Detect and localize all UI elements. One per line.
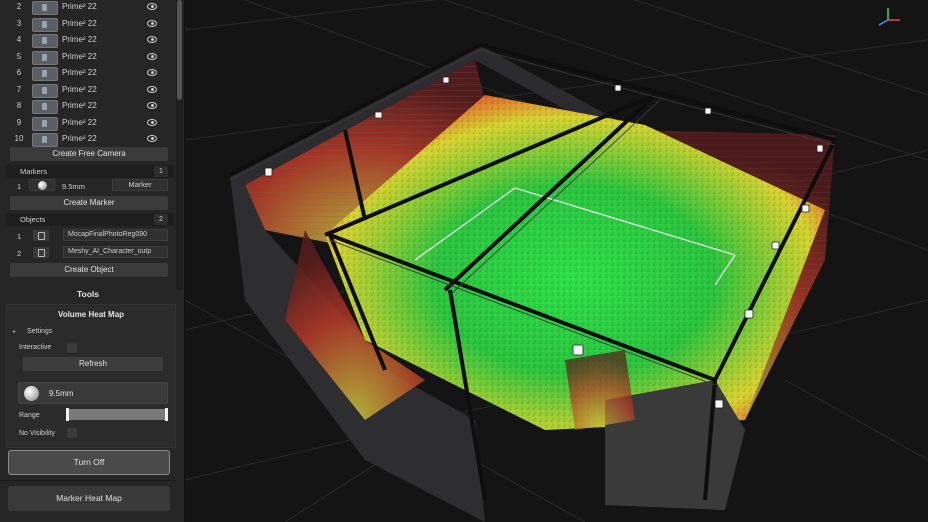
markers-section-header[interactable]: Markers 1 <box>6 165 174 178</box>
divider <box>0 480 176 481</box>
range-slider[interactable] <box>66 408 168 421</box>
markers-count-badge: 1 <box>154 166 168 177</box>
visibility-eye-icon[interactable] <box>147 118 157 126</box>
interactive-label: Interactive <box>19 344 52 351</box>
camera-row[interactable]: 9 Prime² 22 <box>0 116 176 131</box>
camera-row[interactable]: 6 Prime² 22 <box>0 66 176 81</box>
camera-name: Prime² 22 <box>62 101 97 110</box>
scene-render <box>185 0 928 522</box>
camera-name: Prime² 22 <box>62 84 97 94</box>
camera-row[interactable]: 2 Prime² 22 <box>0 0 176 15</box>
objects-title: Objects <box>20 215 46 224</box>
camera-number: 7 <box>16 84 22 94</box>
visibility-eye-icon[interactable] <box>147 36 157 43</box>
volume-heat-map-panel: Volume Heat Map ▸ Settings Interactive R… <box>6 304 176 448</box>
camera-number: 3 <box>16 18 22 28</box>
camera-thumbnail-icon <box>32 116 58 131</box>
no-visibility-checkbox[interactable] <box>67 428 77 438</box>
visibility-eye-icon[interactable] <box>147 69 157 76</box>
camera-name: Prime² 22 <box>62 2 97 11</box>
camera-thumbnail-icon <box>32 17 58 32</box>
camera-number: 4 <box>16 35 22 44</box>
marker-heat-map-button[interactable]: Marker Heat Map <box>8 486 170 511</box>
marker-size-value: 9.5mm <box>62 182 85 191</box>
camera-row[interactable]: 5 Prime² 22 <box>0 50 176 65</box>
objects-count-badge: 2 <box>154 214 168 225</box>
visibility-eye-icon[interactable] <box>147 102 157 109</box>
3d-viewport[interactable] <box>185 0 928 522</box>
visibility-eye-icon[interactable] <box>147 3 157 10</box>
camera-row[interactable]: 7 Prime² 22 <box>0 83 176 98</box>
object-number: 1 <box>17 232 22 241</box>
side-panel: 2 Prime² 22 3 Prime² 22 4 Prime² 22 5 Pr… <box>0 0 185 522</box>
marker-sphere-icon <box>24 386 39 401</box>
heat-map-size-field[interactable]: 9.5mm <box>18 382 168 404</box>
marker-number: 1 <box>17 182 22 191</box>
camera-thumbnail-icon <box>32 34 58 48</box>
objects-section-header[interactable]: Objects 2 <box>6 213 174 226</box>
visibility-eye-icon[interactable] <box>147 19 157 27</box>
marker-color-swatch[interactable] <box>29 179 55 191</box>
range-label: Range <box>19 412 40 419</box>
camera-thumbnail-icon <box>32 50 58 65</box>
tools-title: Tools <box>76 289 100 299</box>
settings-label[interactable]: Settings <box>27 328 52 335</box>
marker-sphere-icon <box>38 181 47 190</box>
camera-thumbnail-icon <box>32 83 58 98</box>
camera-number: 6 <box>16 68 22 77</box>
camera-name: Prime² 22 <box>62 51 97 61</box>
no-visibility-label: No Visibility <box>19 430 56 437</box>
camera-number: 8 <box>16 101 22 110</box>
object-name-field[interactable]: Meshy_AI_Character_outp <box>63 246 168 258</box>
turn-off-button[interactable]: Turn Off <box>8 450 170 475</box>
camera-thumbnail-icon <box>32 1 58 15</box>
camera-thumbnail-icon <box>32 133 58 147</box>
camera-name: Prime² 22 <box>62 117 97 127</box>
create-marker-button[interactable]: Create Marker <box>10 196 168 210</box>
camera-name: Prime² 22 <box>62 35 97 44</box>
camera-row[interactable]: 4 Prime² 22 <box>0 33 176 48</box>
create-free-camera-button[interactable]: Create Free Camera <box>10 147 168 161</box>
volume-heat-map-title: Volume Heat Map <box>57 310 125 319</box>
camera-thumbnail-icon <box>32 67 58 81</box>
camera-number: 10 <box>14 134 24 143</box>
app-window: 2 Prime² 22 3 Prime² 22 4 Prime² 22 5 Pr… <box>0 0 928 522</box>
create-object-button[interactable]: Create Object <box>10 263 168 277</box>
object-number: 2 <box>17 249 22 258</box>
scrollbar-thumb[interactable] <box>177 0 182 100</box>
visibility-eye-icon[interactable] <box>147 85 157 93</box>
camera-row[interactable]: 10 Prime² 22 <box>0 132 176 147</box>
camera-name: Prime² 22 <box>62 134 97 143</box>
markers-title: Markers <box>20 167 48 176</box>
object-name-field[interactable]: MocapFinalPhotoReg090 <box>63 229 168 241</box>
settings-caret-icon[interactable]: ▸ <box>13 328 16 335</box>
camera-number: 5 <box>16 51 22 61</box>
range-slider-max-handle[interactable] <box>165 408 168 421</box>
visibility-eye-icon[interactable] <box>147 135 157 142</box>
camera-thumbnail-icon <box>32 100 58 114</box>
object-mesh-icon <box>33 230 49 241</box>
axis-gizmo-icon[interactable] <box>878 8 900 26</box>
camera-number: 2 <box>16 2 22 11</box>
camera-number: 9 <box>16 117 22 127</box>
range-slider-min-handle[interactable] <box>66 408 69 421</box>
camera-name: Prime² 22 <box>62 68 97 77</box>
interactive-checkbox[interactable] <box>67 343 77 353</box>
camera-name: Prime² 22 <box>62 18 97 28</box>
object-mesh-icon <box>33 247 49 258</box>
refresh-button[interactable]: Refresh <box>23 357 163 371</box>
camera-row[interactable]: 8 Prime² 22 <box>0 99 176 114</box>
heat-map-size-value: 9.5mm <box>49 389 74 398</box>
marker-name-field[interactable]: Marker <box>112 179 168 191</box>
visibility-eye-icon[interactable] <box>147 52 157 60</box>
camera-row[interactable]: 3 Prime² 22 <box>0 17 176 32</box>
